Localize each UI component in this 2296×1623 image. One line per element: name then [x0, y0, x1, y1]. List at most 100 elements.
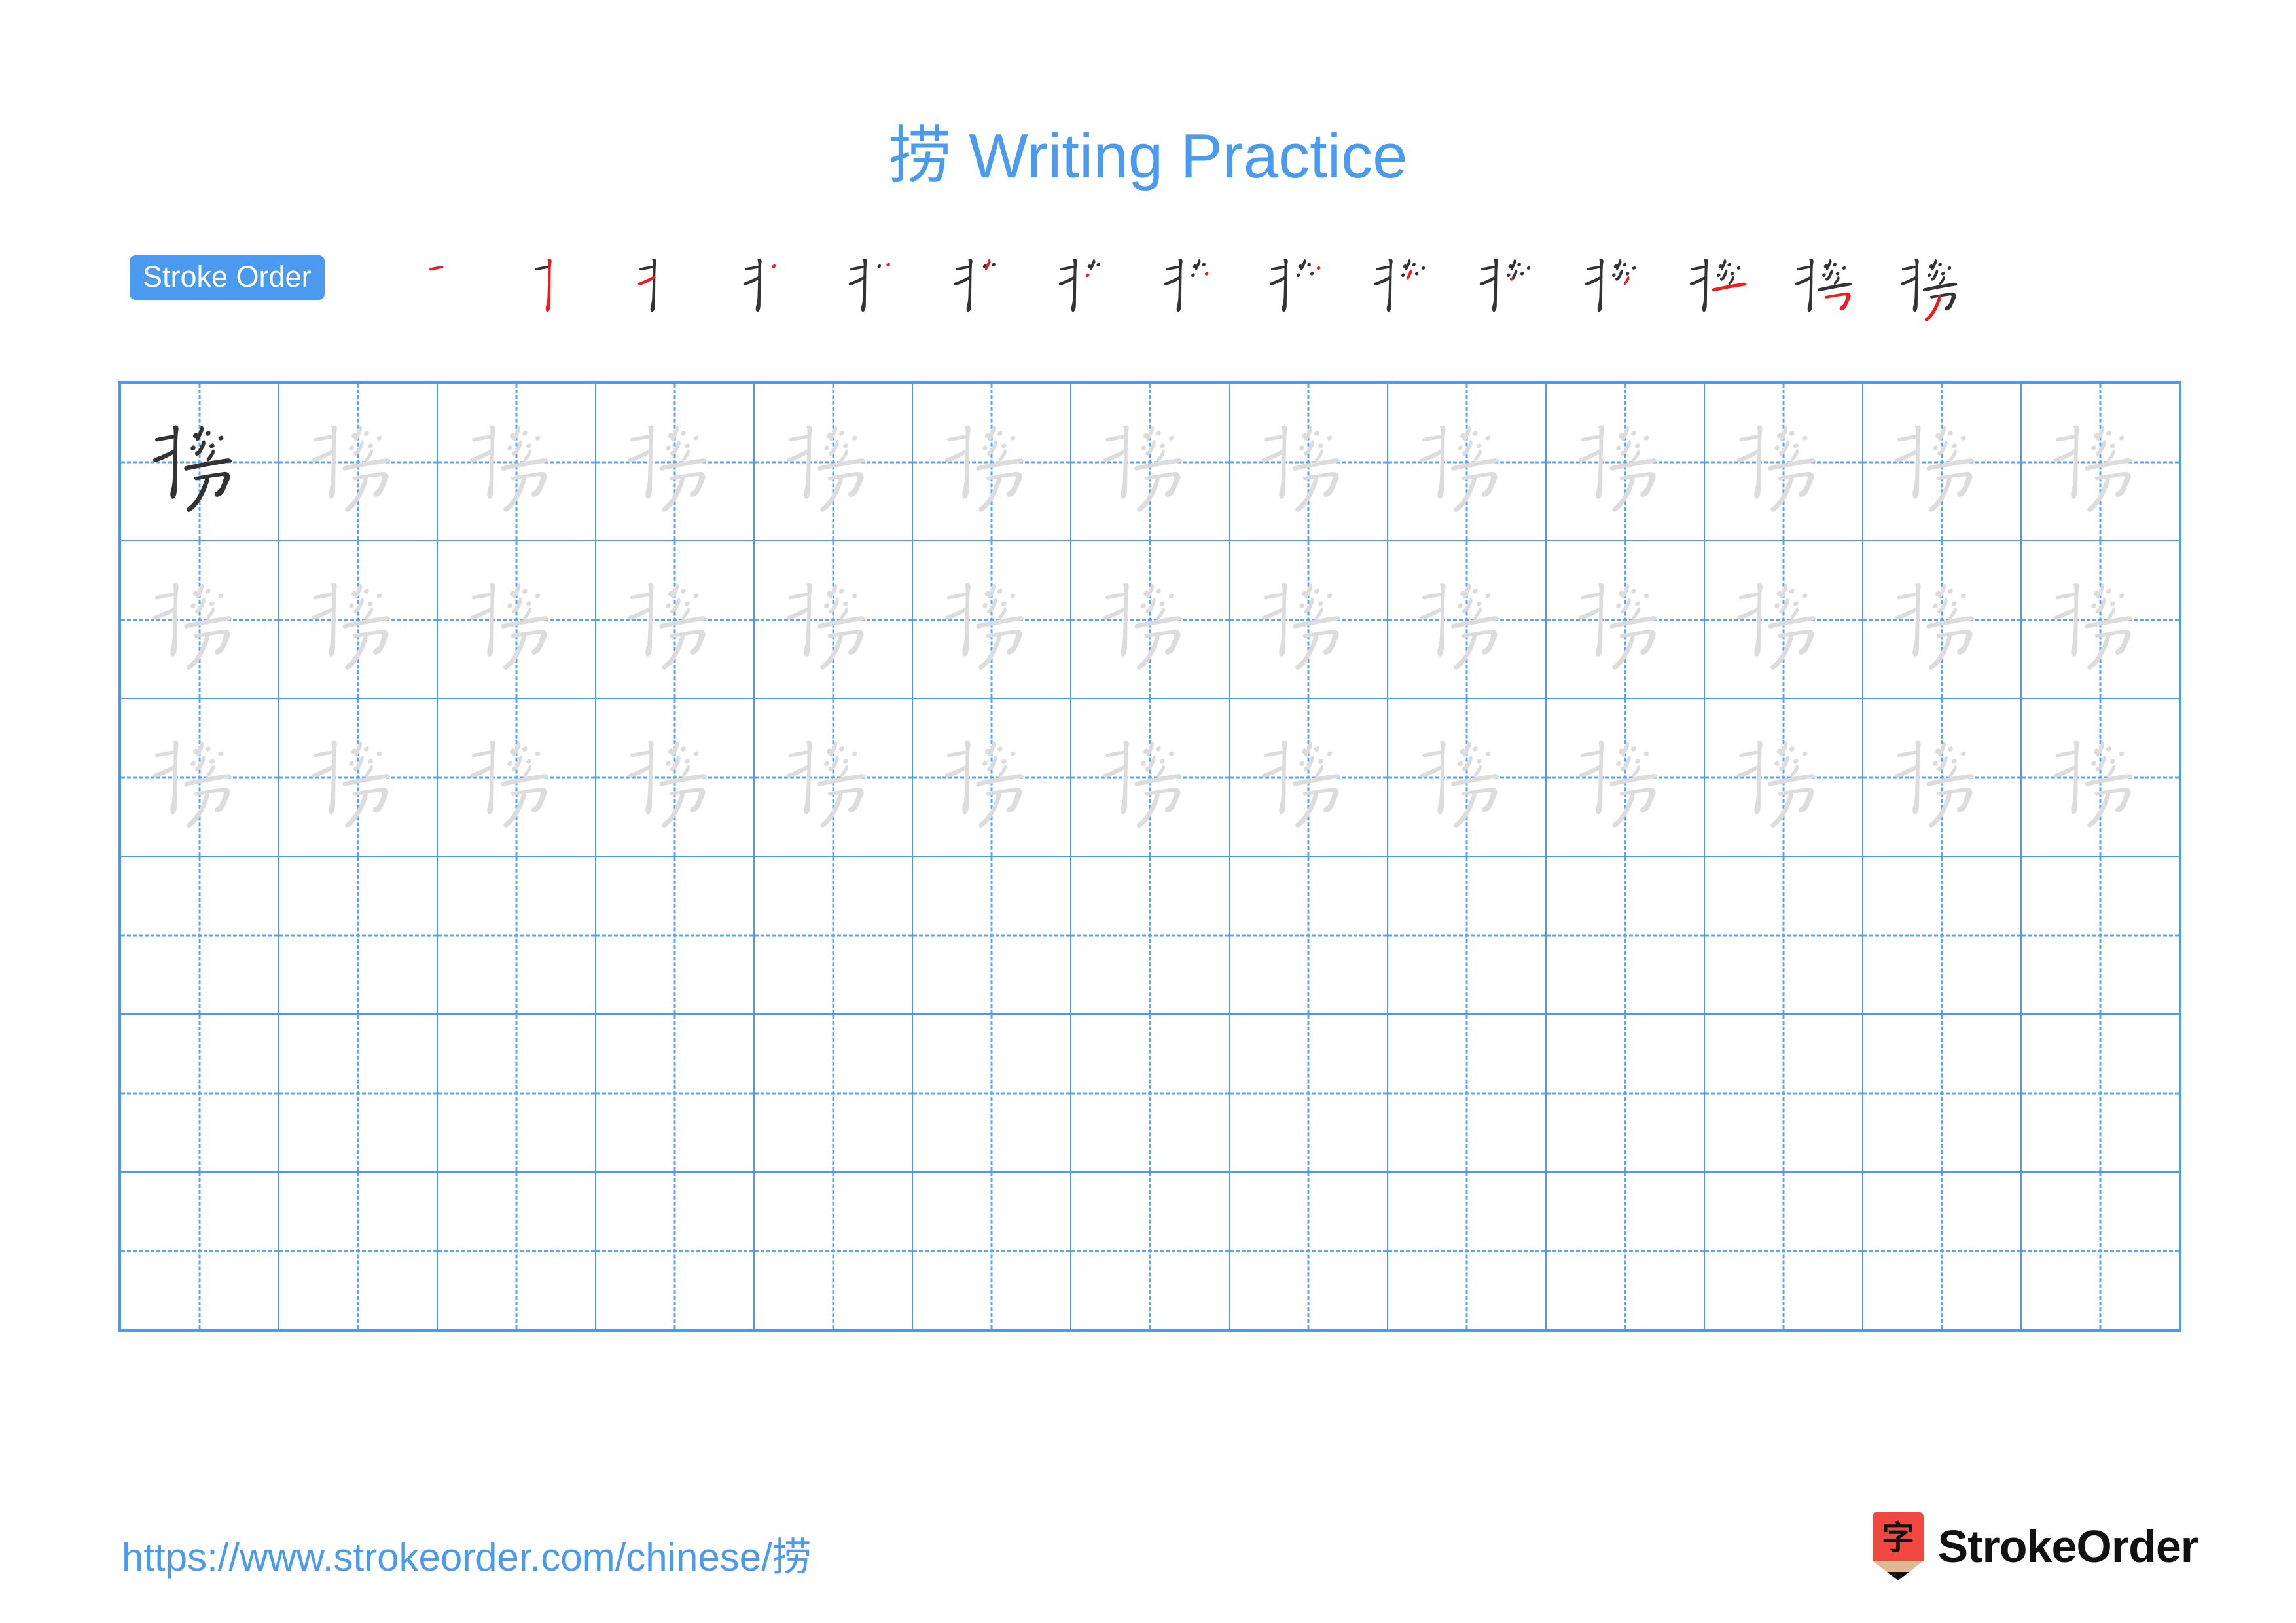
practice-cell[interactable]: [279, 384, 438, 540]
practice-cell[interactable]: [755, 1173, 913, 1329]
practice-cell[interactable]: [913, 541, 1071, 698]
model-character: [121, 384, 278, 540]
practice-cell[interactable]: [279, 1015, 438, 1171]
practice-cell[interactable]: [1705, 384, 1863, 540]
practice-cell[interactable]: [596, 541, 755, 698]
practice-cell[interactable]: [121, 857, 279, 1013]
practice-cell[interactable]: [1230, 857, 1388, 1013]
stroke-order-step-3: [622, 246, 721, 325]
practice-cell[interactable]: [913, 1015, 1071, 1171]
practice-cell[interactable]: [1705, 857, 1863, 1013]
practice-cell[interactable]: [121, 699, 279, 856]
practice-cell[interactable]: [1071, 857, 1230, 1013]
practice-cell[interactable]: [1230, 1173, 1388, 1329]
practice-cell[interactable]: [438, 1015, 596, 1171]
practice-cell[interactable]: [2022, 384, 2179, 540]
practice-cell[interactable]: [1547, 857, 1705, 1013]
practice-cell[interactable]: [2022, 541, 2179, 698]
practice-cell[interactable]: [1071, 384, 1230, 540]
practice-cell[interactable]: [596, 1173, 755, 1329]
practice-cell[interactable]: [121, 1173, 279, 1329]
practice-cell[interactable]: [1705, 699, 1863, 856]
practice-cell[interactable]: [1705, 541, 1863, 698]
practice-cell[interactable]: [1863, 699, 2022, 856]
practice-cell[interactable]: [755, 699, 913, 856]
practice-cell[interactable]: [755, 384, 913, 540]
practice-cell[interactable]: [1388, 384, 1547, 540]
stroke-order-step-2: [518, 246, 616, 325]
practice-cell[interactable]: [913, 857, 1071, 1013]
trace-character: [438, 384, 595, 540]
practice-cell[interactable]: [1863, 857, 2022, 1013]
trace-character: [596, 384, 753, 540]
practice-cell[interactable]: [438, 857, 596, 1013]
practice-cell[interactable]: [121, 384, 279, 540]
practice-cell[interactable]: [2022, 1015, 2179, 1171]
practice-cell[interactable]: [755, 857, 913, 1013]
practice-cell[interactable]: [1863, 1173, 2022, 1329]
brand-name: StrokeOrder: [1937, 1521, 2198, 1572]
svg-text:字: 字: [1882, 1519, 1914, 1557]
practice-cell[interactable]: [755, 1015, 913, 1171]
practice-cell[interactable]: [913, 1173, 1071, 1329]
practice-cell[interactable]: [1547, 1173, 1705, 1329]
stroke-order-step-15: [1885, 246, 1983, 325]
practice-cell[interactable]: [121, 1015, 279, 1171]
trace-character: [1230, 541, 1387, 698]
practice-cell[interactable]: [1230, 541, 1388, 698]
practice-cell[interactable]: [1388, 541, 1547, 698]
practice-cell[interactable]: [2022, 857, 2179, 1013]
practice-cell[interactable]: [1547, 699, 1705, 856]
practice-cell[interactable]: [279, 857, 438, 1013]
page-title: 捞 Writing Practice: [0, 105, 2296, 196]
practice-cell[interactable]: [1230, 384, 1388, 540]
trace-character: [438, 699, 595, 856]
practice-cell[interactable]: [2022, 699, 2179, 856]
practice-cell[interactable]: [1388, 1015, 1547, 1171]
practice-cell[interactable]: [1388, 857, 1547, 1013]
trace-character: [121, 699, 278, 856]
page-title-character: 捞: [888, 119, 952, 192]
practice-cell[interactable]: [913, 699, 1071, 856]
footer-url[interactable]: https://www.strokeorder.com/chinese/捞: [122, 1525, 812, 1582]
practice-cell[interactable]: [1705, 1015, 1863, 1171]
practice-cell[interactable]: [279, 1173, 438, 1329]
practice-cell[interactable]: [1863, 1015, 2022, 1171]
practice-cell[interactable]: [596, 384, 755, 540]
practice-cell[interactable]: [438, 384, 596, 540]
practice-cell[interactable]: [1547, 541, 1705, 698]
practice-cell[interactable]: [438, 541, 596, 698]
practice-cell[interactable]: [279, 541, 438, 698]
practice-row: [121, 1173, 2179, 1329]
practice-cell[interactable]: [596, 699, 755, 856]
practice-row: [121, 541, 2179, 699]
practice-cell[interactable]: [755, 541, 913, 698]
practice-cell[interactable]: [2022, 1173, 2179, 1329]
practice-cell[interactable]: [913, 384, 1071, 540]
practice-cell[interactable]: [596, 1015, 755, 1171]
practice-cell[interactable]: [438, 699, 596, 856]
practice-cell[interactable]: [1230, 1015, 1388, 1171]
practice-cell[interactable]: [121, 541, 279, 698]
practice-row: [121, 699, 2179, 857]
practice-cell[interactable]: [438, 1173, 596, 1329]
stroke-order-step-7: [1043, 246, 1141, 325]
practice-cell[interactable]: [1388, 699, 1547, 856]
practice-cell[interactable]: [1388, 1173, 1547, 1329]
practice-cell[interactable]: [1547, 1015, 1705, 1171]
practice-cell[interactable]: [1547, 384, 1705, 540]
stroke-order-step-1: [412, 246, 511, 325]
trace-character: [1071, 541, 1229, 698]
practice-cell[interactable]: [1705, 1173, 1863, 1329]
practice-cell[interactable]: [1230, 699, 1388, 856]
practice-cell[interactable]: [1071, 1173, 1230, 1329]
practice-cell[interactable]: [1863, 541, 2022, 698]
practice-cell[interactable]: [279, 699, 438, 856]
practice-cell[interactable]: [1071, 541, 1230, 698]
practice-cell[interactable]: [1071, 699, 1230, 856]
practice-cell[interactable]: [1863, 384, 2022, 540]
brand-logo[interactable]: 字 StrokeOrder: [1872, 1512, 2198, 1580]
practice-cell[interactable]: [596, 857, 755, 1013]
stroke-order-step-4: [728, 246, 826, 325]
practice-cell[interactable]: [1071, 1015, 1230, 1171]
